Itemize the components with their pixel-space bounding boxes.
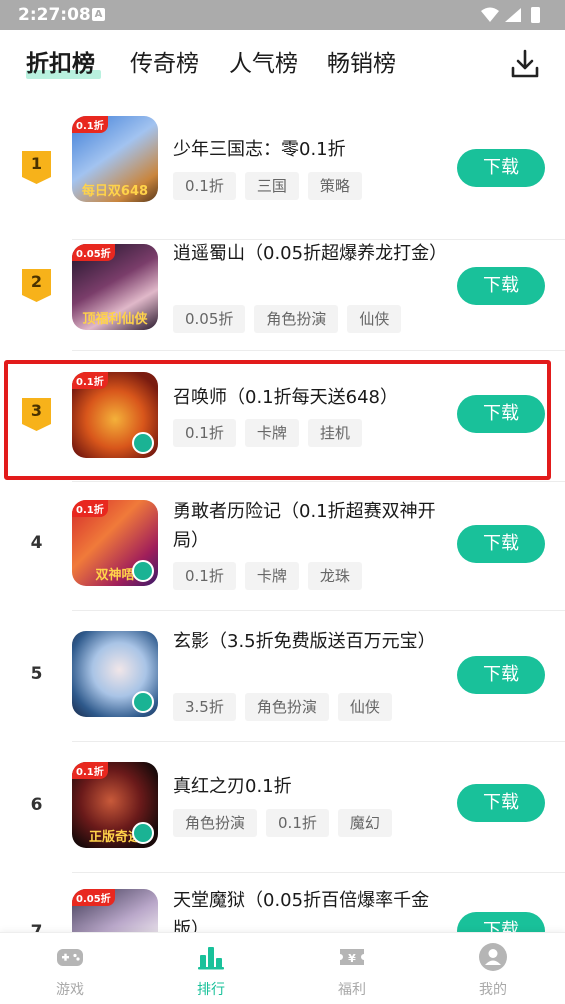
tag[interactable]: 卡牌 (244, 562, 299, 590)
app-icon[interactable]: 0.1折 每日双648 (72, 116, 158, 202)
highlight-frame (4, 360, 551, 480)
bottom-nav: 游戏 排行 ¥ 福利 我的 (0, 932, 565, 1004)
app-title[interactable]: 玄影（3.5折免费版送百万元宝） (173, 627, 443, 656)
profile-icon (479, 943, 507, 971)
notification-icon: A (92, 8, 105, 21)
rank-number: 2 (30, 272, 43, 291)
verified-badge-icon (132, 822, 154, 844)
nav-item-ranking[interactable]: 排行 (171, 941, 251, 999)
list-item[interactable]: 4 0.1折 双神唔 勇敢者历险记（0.1折超赛双神开局） 0.1折 卡牌 龙珠 下… (0, 481, 565, 611)
icon-discount-tag: 0.05折 (72, 244, 115, 261)
download-button[interactable]: 下载 (457, 149, 545, 187)
icon-discount-tag: 0.05折 (72, 889, 115, 906)
icon-caption: 顶福利仙侠 (82, 312, 148, 327)
icon-discount-tag: 0.1折 (72, 500, 108, 517)
tag[interactable]: 0.05折 (173, 305, 246, 333)
list-item[interactable]: 6 0.1折 正版奇迹 真红之刃0.1折 角色扮演 0.1折 魔幻 下载 (0, 743, 565, 873)
tag[interactable]: 角色扮演 (244, 693, 329, 721)
rank-number: 5 (30, 664, 43, 684)
download-button[interactable]: 下载 (457, 525, 545, 563)
tag[interactable]: 三国 (244, 172, 299, 200)
ranking-tabs: 折扣榜 传奇榜 人气榜 畅销榜 (0, 30, 565, 100)
tag[interactable]: 3.5折 (173, 693, 236, 721)
app-title[interactable]: 少年三国志：零0.1折 (173, 135, 443, 164)
ticket-icon: ¥ (340, 949, 364, 965)
tag[interactable]: 0.1折 (173, 172, 236, 200)
rank-number: 4 (30, 533, 43, 553)
status-time: 2:27:08 (18, 5, 91, 25)
tag[interactable]: 策略 (307, 172, 362, 200)
tab-discount[interactable]: 折扣榜 (26, 48, 95, 80)
nav-label: 排行 (197, 982, 225, 998)
signal-icon (505, 8, 521, 22)
app-title[interactable]: 勇敢者历险记（0.1折超赛双神开局） (173, 497, 443, 555)
tag[interactable]: 0.1折 (266, 809, 329, 837)
tag[interactable]: 仙侠 (337, 693, 392, 721)
tag[interactable]: 角色扮演 (254, 305, 339, 333)
divider (72, 872, 565, 873)
tag-list: 0.1折 三国 策略 (173, 172, 371, 200)
divider (72, 610, 565, 611)
nav-item-mine[interactable]: 我的 (453, 941, 533, 999)
status-icons (481, 7, 540, 23)
verified-badge-icon (132, 691, 154, 713)
app-icon[interactable] (72, 631, 158, 717)
tab-legend[interactable]: 传奇榜 (130, 48, 199, 80)
status-bar: 2:27:08 A (0, 0, 565, 30)
tag-list: 0.1折 卡牌 龙珠 (173, 562, 371, 590)
nav-label: 我的 (479, 982, 507, 998)
rank-number: 6 (30, 795, 43, 815)
tag[interactable]: 魔幻 (337, 809, 392, 837)
battery-icon (531, 7, 540, 23)
wifi-icon (481, 7, 499, 22)
tag[interactable]: 龙珠 (307, 562, 362, 590)
app-icon[interactable]: 0.05折 顶福利仙侠 (72, 244, 158, 330)
tag-list: 角色扮演 0.1折 魔幻 (173, 809, 401, 837)
app-title[interactable]: 逍遥蜀山（0.05折超爆养龙打金） (173, 239, 447, 268)
app-icon[interactable]: 0.1折 双神唔 (72, 500, 158, 586)
rank-number: 1 (30, 154, 43, 173)
download-button[interactable]: 下载 (457, 267, 545, 305)
list-item[interactable]: 2 0.05折 顶福利仙侠 逍遥蜀山（0.05折超爆养龙打金） 0.05折 角色扮… (0, 221, 565, 351)
list-item[interactable]: 5 玄影（3.5折免费版送百万元宝） 3.5折 角色扮演 仙侠 下载 (0, 612, 565, 742)
nav-label: 游戏 (56, 982, 84, 998)
app-icon[interactable]: 0.1折 正版奇迹 (72, 762, 158, 848)
tag-list: 3.5折 角色扮演 仙侠 (173, 693, 401, 721)
divider (72, 350, 565, 351)
tag-list: 0.05折 角色扮演 仙侠 (173, 305, 410, 333)
icon-caption: 每日双648 (81, 184, 149, 199)
tab-popular[interactable]: 人气榜 (229, 48, 298, 80)
divider (72, 741, 565, 742)
icon-discount-tag: 0.1折 (72, 116, 108, 133)
icon-discount-tag: 0.1折 (72, 762, 108, 779)
tag[interactable]: 角色扮演 (173, 809, 258, 837)
download-manager-icon[interactable] (507, 46, 543, 82)
verified-badge-icon (132, 560, 154, 582)
svg-text:¥: ¥ (348, 952, 356, 965)
nav-item-games[interactable]: 游戏 (30, 941, 110, 999)
ranking-icon (198, 947, 224, 970)
tag[interactable]: 仙侠 (347, 305, 402, 333)
download-button[interactable]: 下载 (457, 784, 545, 822)
download-button[interactable]: 下载 (457, 656, 545, 694)
nav-item-welfare[interactable]: ¥ 福利 (312, 941, 392, 999)
tab-bestseller[interactable]: 畅销榜 (327, 48, 396, 80)
gamepad-icon (57, 949, 83, 966)
nav-label: 福利 (338, 982, 366, 998)
app-title[interactable]: 真红之刃0.1折 (173, 772, 443, 801)
tag[interactable]: 0.1折 (173, 562, 236, 590)
